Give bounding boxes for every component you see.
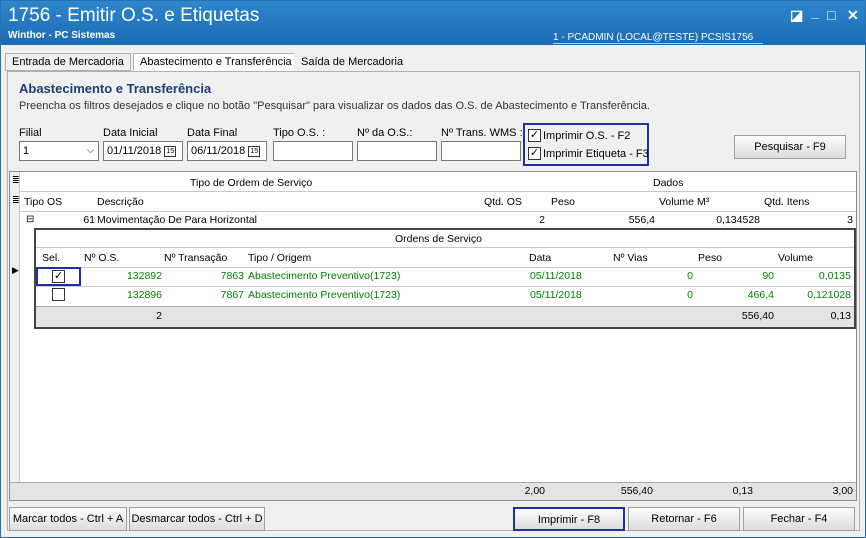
close-icon[interactable]: ✕ <box>847 7 859 24</box>
dcol-tipo-origem[interactable]: Tipo / Origem <box>248 252 311 264</box>
window-subtitle: Winthor - PC Sistemas <box>8 30 116 41</box>
col-volume[interactable]: Volume M³ <box>659 196 709 208</box>
filial-select[interactable]: 1 ⌵ <box>19 141 99 161</box>
row-volume: 0,134528 <box>716 214 760 226</box>
desmarcar-todos-button[interactable]: Desmarcar todos - Ctrl + D <box>129 507 265 531</box>
expand-icon[interactable]: ⊟ <box>26 214 34 225</box>
session-info: 1 - PCADMIN (LOCAL@TESTE) PCSIS1756 <box>553 32 754 43</box>
col-qtd-os[interactable]: Qtd. OS <box>484 196 522 208</box>
num-trans-field[interactable] <box>441 141 521 161</box>
band-icon: ≣ <box>12 195 20 205</box>
dcol-vias[interactable]: Nº Vias <box>613 252 648 264</box>
d2-peso: 466,4 <box>747 289 774 301</box>
dcol-sel[interactable]: Sel. <box>42 252 60 264</box>
d2-os: 132896 <box>126 289 162 301</box>
group-header-tipo: Tipo de Ordem de Serviço <box>190 177 313 189</box>
tab-abastecimento[interactable]: Abastecimento e Transferência <box>133 53 299 71</box>
calendar-icon[interactable]: 15 <box>164 145 177 157</box>
imprimir-os-label: Imprimir O.S. - F2 <box>543 130 631 142</box>
calendar-icon[interactable]: 15 <box>248 145 261 157</box>
footer-qtd-os: 2,00 <box>524 485 545 497</box>
retornar-button[interactable]: Retornar - F6 <box>628 507 740 531</box>
d1-vias: 0 <box>687 270 693 282</box>
row-indicator-column <box>10 172 20 500</box>
num-trans-label: Nº Trans. WMS : <box>441 127 523 139</box>
dcol-peso[interactable]: Peso <box>698 252 722 264</box>
footer-itens: 3,00 <box>832 485 853 497</box>
imprimir-button[interactable]: Imprimir - F8 <box>513 507 625 531</box>
imprimir-etiqueta-checkbox[interactable]: ✓ <box>528 147 541 160</box>
restore-icon[interactable]: ◪ <box>790 7 803 24</box>
session-underline <box>553 43 763 44</box>
d1-volume: 0,0135 <box>818 270 851 282</box>
pesquisar-button[interactable]: Pesquisar - F9 <box>734 135 846 159</box>
tab-saida[interactable]: Saída de Mercadoria <box>294 53 411 71</box>
d1-peso: 90 <box>762 270 774 282</box>
detail-footer-volume: 0,13 <box>830 310 851 322</box>
row-qtd-itens: 3 <box>847 214 853 226</box>
data-final-field[interactable]: 06/11/2018 15 <box>187 141 267 161</box>
imprimir-etiqueta-label: Imprimir Etiqueta - F3 <box>543 148 649 160</box>
d1-tipo: Abastecimento Preventivo(1723) <box>248 270 401 282</box>
row-select-checkbox[interactable] <box>52 288 65 301</box>
footer-peso: 556,40 <box>620 485 653 497</box>
marcar-todos-button[interactable]: Marcar todos - Ctrl + A <box>9 507 127 531</box>
row-tipo: 61 <box>83 214 95 226</box>
dcol-volume[interactable]: Volume <box>778 252 813 264</box>
fechar-button[interactable]: Fechar - F4 <box>743 507 855 531</box>
tipo-os-field[interactable] <box>273 141 353 161</box>
col-peso[interactable]: Peso <box>551 196 575 208</box>
row-descricao: Movimentação De Para Horizontal <box>97 214 257 226</box>
band-icon: ≣ <box>12 175 20 185</box>
footer-volume: 0,13 <box>732 485 753 497</box>
main-window: 1756 - Emitir O.S. e Etiquetas Winthor -… <box>0 0 866 538</box>
imprimir-os-checkbox[interactable]: ✓ <box>528 129 541 142</box>
section-description: Preencha os filtros desejados e clique n… <box>19 100 650 112</box>
results-grid[interactable]: ≣ ≣ ▶ Tipo de Ordem de Serviço Dados Tip… <box>9 171 857 501</box>
data-inicial-field[interactable]: 01/11/2018 15 <box>103 141 183 161</box>
data-inicial-label: Data Inicial <box>103 127 158 139</box>
num-os-label: Nº da O.S.: <box>357 127 413 139</box>
d1-os: 132892 <box>126 270 162 282</box>
title-bar: 1756 - Emitir O.S. e Etiquetas Winthor -… <box>1 1 865 45</box>
d2-vias: 0 <box>687 289 693 301</box>
maximize-icon[interactable]: □ <box>827 7 835 23</box>
group-header-dados: Dados <box>653 177 684 189</box>
d2-transacao: 7867 <box>220 289 244 301</box>
d2-tipo: Abastecimento Preventivo(1723) <box>248 289 401 301</box>
minimize-icon[interactable]: _ <box>811 4 819 20</box>
row-qtd-os: 2 <box>539 214 545 226</box>
detail-footer-count: 2 <box>156 310 162 322</box>
current-row-arrow-icon: ▶ <box>12 265 19 275</box>
data-final-label: Data Final <box>187 127 238 139</box>
window-title: 1756 - Emitir O.S. e Etiquetas <box>8 5 260 26</box>
d1-transacao: 7863 <box>220 270 244 282</box>
d2-data: 05/11/2018 <box>530 289 582 301</box>
num-os-field[interactable] <box>357 141 437 161</box>
col-tipo-os[interactable]: Tipo OS <box>24 196 62 208</box>
dcol-transacao[interactable]: Nº Transação <box>164 252 227 264</box>
dcol-os[interactable]: Nº O.S. <box>84 252 119 264</box>
row-peso: 556,4 <box>628 214 655 226</box>
detail-footer-peso: 556,40 <box>741 310 774 322</box>
row-select-checkbox[interactable]: ✓ <box>52 270 65 283</box>
d1-data: 05/11/2018 <box>530 270 582 282</box>
detail-title: Ordens de Serviço <box>395 233 482 245</box>
tipo-os-label: Tipo O.S. : <box>273 127 326 139</box>
filial-label: Filial <box>19 127 42 139</box>
col-qtd-itens[interactable]: Qtd. Itens <box>764 196 810 208</box>
d2-volume: 0,121028 <box>807 289 851 301</box>
col-descricao[interactable]: Descrição <box>97 196 144 208</box>
section-title: Abastecimento e Transferência <box>19 81 212 96</box>
dcol-data[interactable]: Data <box>529 252 551 264</box>
tab-entrada[interactable]: Entrada de Mercadoria <box>5 53 131 71</box>
